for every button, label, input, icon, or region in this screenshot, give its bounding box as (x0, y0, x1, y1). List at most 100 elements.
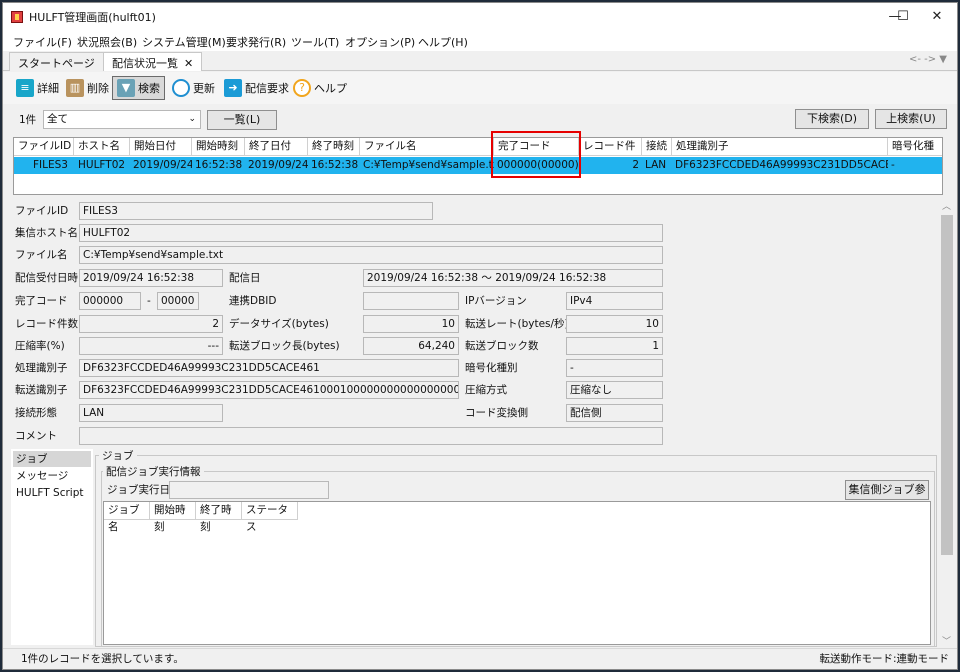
status-bar: 1件のレコードを選択しています。 転送動作モード:連動モード (3, 648, 957, 669)
col-end-time[interactable]: 終了時刻 (308, 138, 360, 156)
connection-field[interactable]: LAN (79, 404, 223, 422)
encryption-field[interactable]: - (566, 359, 663, 377)
job-group-title: ジョブ (99, 448, 137, 463)
cell-host: HULFT02 (78, 159, 126, 171)
detail-icon: ≡ (16, 79, 34, 97)
nav-item-message[interactable]: メッセージ (13, 468, 91, 484)
refresh-button[interactable]: 更新 (167, 76, 220, 100)
encryption-label: 暗号化種別 (465, 362, 518, 374)
delivery-date-field[interactable]: 2019/09/24 16:52:38 ～ 2019/09/24 16:52:3… (363, 269, 663, 287)
code-conversion-field[interactable]: 配信側 (566, 404, 663, 422)
menu-system[interactable]: システム管理(M) (142, 34, 226, 50)
received-at-label: 配信受付日時 (15, 272, 78, 284)
col-job-status[interactable]: ステータス (242, 502, 298, 533)
app-icon (11, 11, 23, 23)
trash-icon: ▥ (66, 79, 84, 97)
close-button[interactable]: ✕ (915, 3, 957, 31)
send-request-button[interactable]: ➜ 配信要求 (219, 76, 294, 100)
col-job-name[interactable]: ジョブ名 (104, 502, 150, 533)
detail-scrollbar[interactable]: ︿ ﹀ (939, 199, 955, 647)
col-record-count[interactable]: レコード件数 (579, 138, 642, 169)
menu-tools[interactable]: ツール(T) (291, 34, 339, 50)
process-id-label: 処理識別子 (15, 362, 68, 374)
tab-label: 配信状況一覧 (112, 57, 178, 70)
linked-dbid-label: 連携DBID (229, 295, 277, 307)
job-exec-date-field[interactable] (169, 481, 329, 499)
compression-ratio-field[interactable]: --- (79, 337, 223, 355)
transfer-id-field[interactable]: DF6323FCCDED46A99993C231DD5CACE461000100… (79, 381, 459, 399)
tab-delivery-status[interactable]: 配信状況一覧 ✕ (103, 52, 203, 71)
file-id-label: ファイルID (15, 205, 69, 217)
help-label: ヘルプ (314, 82, 347, 95)
tab-bar: スタートページ 配信状況一覧 ✕ <- -> ▼ (3, 51, 957, 71)
list-button[interactable]: 一覧(L) (207, 110, 277, 130)
received-at-field[interactable]: 2019/09/24 16:52:38 (79, 269, 223, 287)
col-encryption[interactable]: 暗号化種別 (888, 138, 942, 169)
compression-ratio-label: 圧縮率(%) (15, 340, 65, 352)
detail-code-field[interactable]: 00000 (157, 292, 199, 310)
col-file-id[interactable]: ファイルID (14, 138, 74, 156)
completion-code-field[interactable]: 000000 (79, 292, 141, 310)
menu-status[interactable]: 状況照会(B) (77, 34, 137, 50)
cell-connection: LAN (645, 159, 667, 171)
detail-button[interactable]: ≡ 詳細 (11, 76, 64, 100)
record-count-field[interactable]: 2 (79, 315, 223, 333)
transfer-rate-label: 転送レート(bytes/秒) (465, 318, 569, 330)
col-connection[interactable]: 接続 (642, 138, 672, 156)
col-start-time[interactable]: 開始時刻 (192, 138, 245, 156)
block-length-field[interactable]: 64,240 (363, 337, 459, 355)
block-count-field[interactable]: 1 (566, 337, 663, 355)
help-button[interactable]: ? ヘルプ (288, 76, 352, 100)
host-field[interactable]: HULFT02 (79, 224, 663, 242)
cell-encryption: - (891, 159, 895, 171)
code-conversion-label: コード変換側 (465, 407, 528, 419)
file-name-field[interactable]: C:¥Temp¥send¥sample.txt (79, 246, 663, 264)
close-tab-icon[interactable]: ✕ (184, 57, 193, 70)
tab-start-page[interactable]: スタートページ (9, 52, 104, 71)
ip-version-field[interactable]: IPv4 (566, 292, 663, 310)
col-end-date[interactable]: 終了日付 (245, 138, 308, 156)
table-row[interactable]: FILES3 HULFT02 2019/09/24 16:52:38 2019/… (14, 157, 942, 174)
search-button[interactable]: ▼ 検索 (112, 76, 165, 100)
app-window: HULFT管理画面(hulft01) — ☐ ✕ ファイル(F) 状況照会(B)… (2, 2, 958, 670)
cell-start-time: 16:52:38 (195, 159, 243, 171)
refresh-icon (172, 79, 190, 97)
transfer-rate-field[interactable]: 10 (566, 315, 663, 333)
process-id-field[interactable]: DF6323FCCDED46A99993C231DD5CACE461 (79, 359, 459, 377)
search-up-button[interactable]: 上検索(U) (875, 109, 947, 129)
col-job-end[interactable]: 終了時刻 (196, 502, 242, 533)
menu-request[interactable]: 要求発行(R) (226, 34, 286, 50)
chevron-down-icon: ⌄ (188, 114, 196, 124)
comment-field[interactable] (79, 427, 663, 445)
compression-label: 圧縮方式 (465, 384, 507, 396)
menu-file[interactable]: ファイル(F) (13, 34, 72, 50)
linked-dbid-field[interactable] (363, 292, 459, 310)
data-size-label: データサイズ(bytes) (229, 318, 329, 330)
menu-help[interactable]: ヘルプ(H) (418, 34, 468, 50)
file-id-field[interactable]: FILES3 (79, 202, 433, 220)
col-process-id[interactable]: 処理識別子 (672, 138, 888, 156)
col-start-date[interactable]: 開始日付 (130, 138, 192, 156)
col-host[interactable]: ホスト名 (74, 138, 130, 156)
job-exec-group-title: 配信ジョブ実行情報 (103, 464, 204, 479)
receiver-job-ref-button[interactable]: 集信側ジョブ参照 (845, 480, 929, 514)
search-down-button[interactable]: 下検索(D) (795, 109, 869, 129)
menu-options[interactable]: オプション(P) (345, 34, 415, 50)
col-file-name[interactable]: ファイル名 (360, 138, 494, 156)
completion-code-label: 完了コード (15, 295, 68, 307)
cell-file-id: FILES3 (33, 159, 68, 171)
nav-item-hulft-script[interactable]: HULFT Script (13, 485, 91, 501)
nav-item-job[interactable]: ジョブ (13, 451, 91, 467)
scrollbar-thumb[interactable] (941, 215, 953, 555)
delete-button[interactable]: ▥ 削除 (61, 76, 114, 100)
detail-nav-list: ジョブ メッセージ HULFT Script (11, 449, 93, 645)
compression-field[interactable]: 圧縮なし (566, 381, 663, 399)
title-bar: HULFT管理画面(hulft01) — ☐ ✕ (3, 3, 957, 31)
tab-navigation[interactable]: <- -> ▼ (909, 54, 947, 65)
connection-label: 接続形態 (15, 407, 57, 419)
col-job-start[interactable]: 開始時刻 (150, 502, 196, 533)
filter-select[interactable]: 全て ⌄ (43, 110, 201, 129)
data-size-field[interactable]: 10 (363, 315, 459, 333)
scroll-down-icon[interactable]: ﹀ (942, 634, 951, 647)
scroll-up-icon[interactable]: ︿ (942, 199, 951, 212)
